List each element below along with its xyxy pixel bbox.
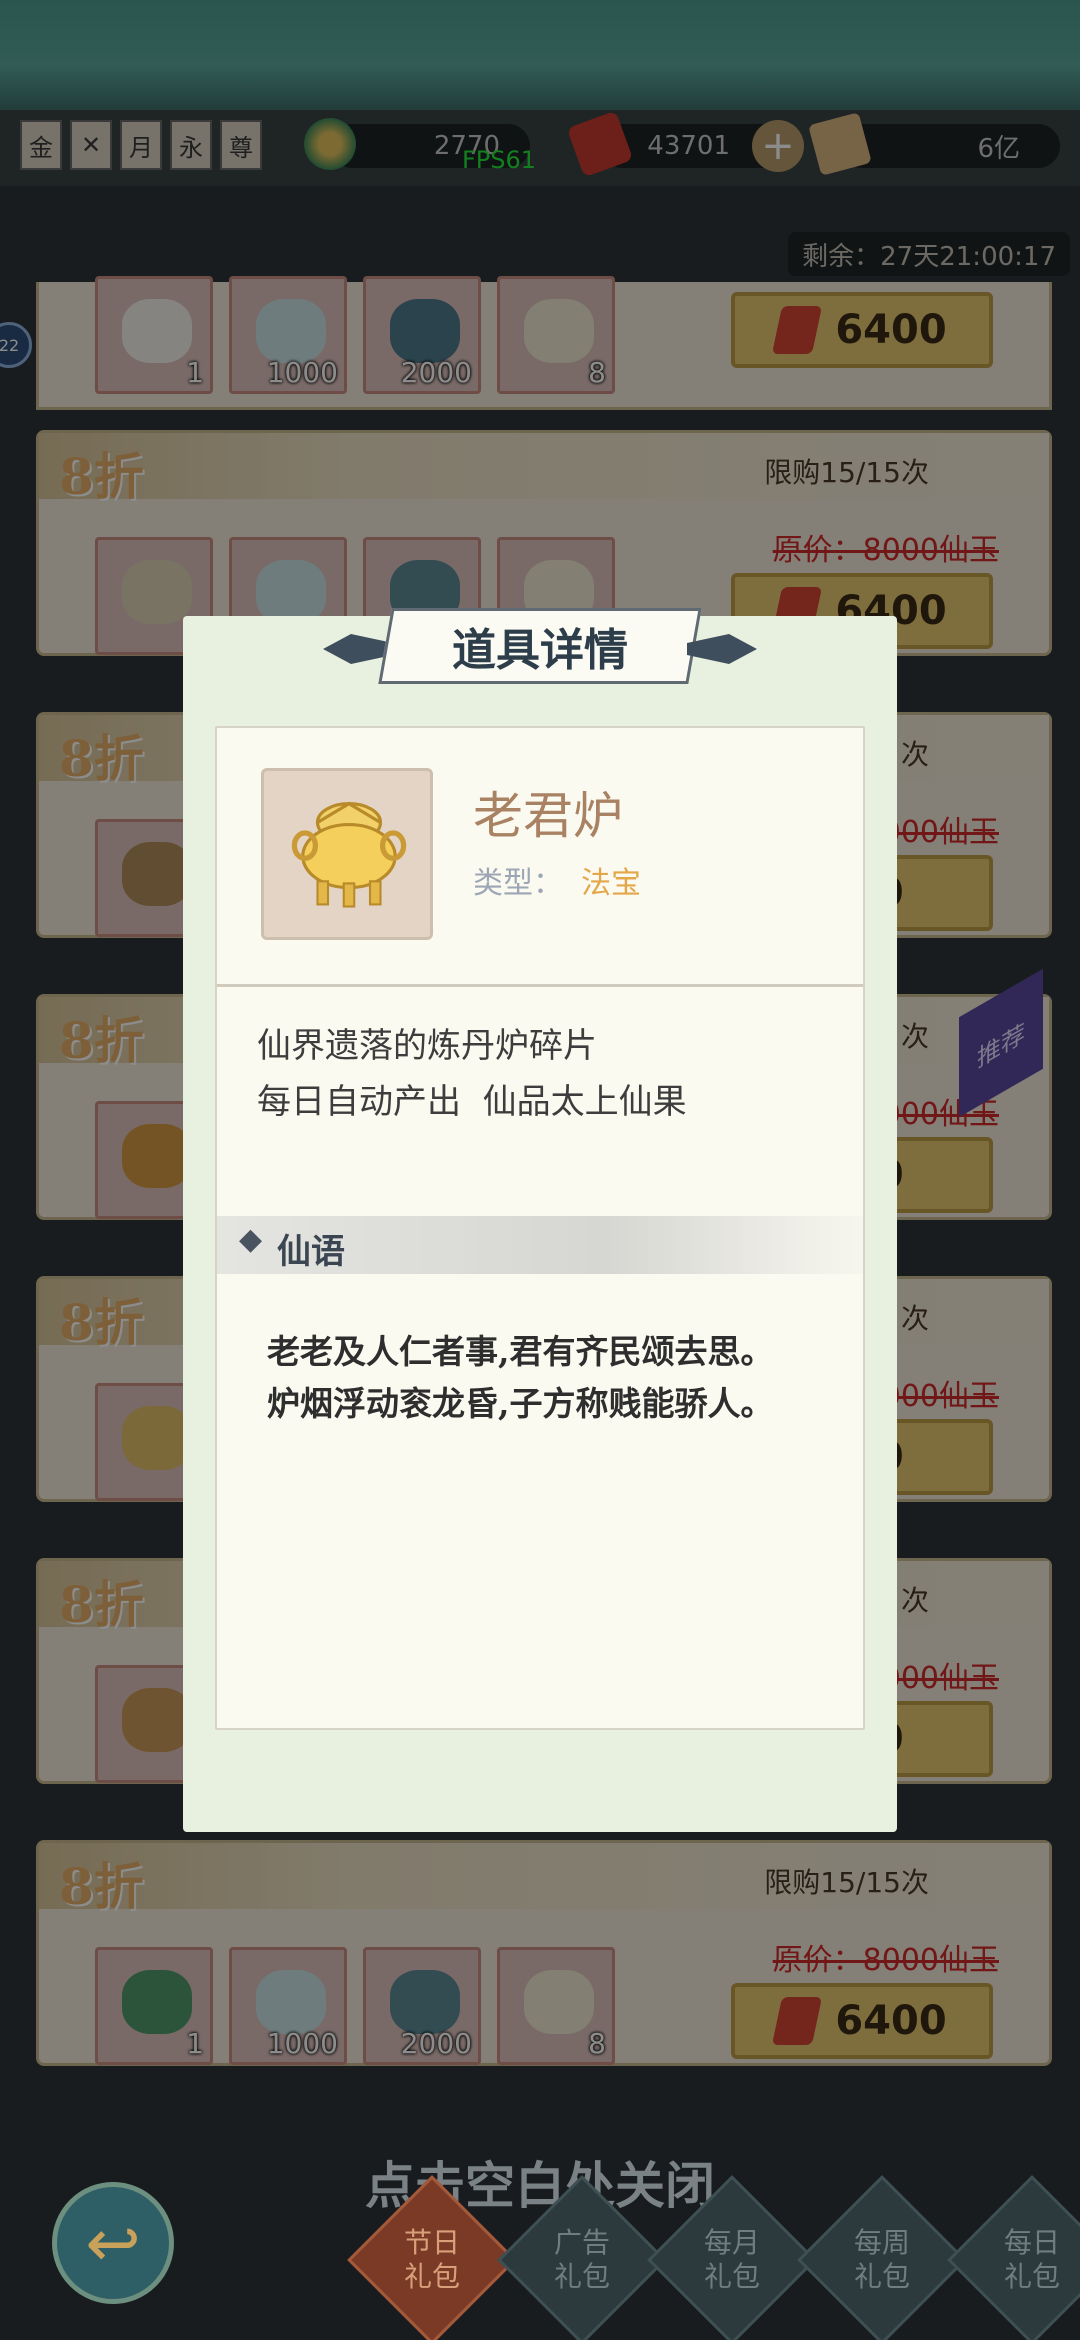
back-arrow-icon: ↩ [85, 2204, 141, 2282]
divider [217, 984, 863, 987]
item-description: 仙界遗落的炼丹炉碎片 每日自动产出 仙品太上仙果 [257, 1018, 687, 1130]
furnace-icon [291, 801, 407, 908]
back-button[interactable]: ↩ [52, 2182, 174, 2304]
description-line: 每日自动产出 仙品太上仙果 [257, 1082, 687, 1122]
item-icon-frame [261, 768, 433, 940]
poem-line: 炉烟浮动衮龙昏,子方称贱能骄人。 [267, 1384, 774, 1423]
dialog-header: 道具详情 [323, 598, 757, 702]
poem-line: 老老及人仁者事,君有齐民颂去思。 [267, 1332, 774, 1371]
description-line: 仙界遗落的炼丹炉碎片 [257, 1026, 597, 1066]
gift-tabs: 节日 礼包 广告 礼包 每月 礼包 每周 礼包 每日 礼包 [347, 2175, 1080, 2340]
tab-daily[interactable]: 每日 礼包 [947, 2175, 1080, 2340]
item-type-label: 类型： [473, 866, 563, 901]
tab-festival[interactable]: 节日 礼包 [347, 2175, 517, 2340]
item-name: 老君炉 [473, 787, 623, 845]
dialog-body: 老君炉 类型： 法宝 仙界遗落的炼丹炉碎片 每日自动产出 仙品太上仙果 ◆ 仙语… [215, 726, 865, 1730]
quote-section-header: ◆ 仙语 [217, 1216, 863, 1274]
item-type-value: 法宝 [581, 866, 641, 901]
dialog-title: 道具详情 [452, 625, 628, 676]
quote-title: 仙语 [277, 1232, 345, 1272]
tab-weekly[interactable]: 每周 礼包 [797, 2175, 967, 2340]
tab-monthly[interactable]: 每月 礼包 [647, 2175, 817, 2340]
tab-ad[interactable]: 广告 礼包 [497, 2175, 667, 2340]
ornament-icon [687, 634, 757, 664]
flavor-poem: 老老及人仁者事,君有齐民颂去思。 炉烟浮动衮龙昏,子方称贱能骄人。 [267, 1326, 774, 1430]
item-detail-dialog: 道具详情 老君炉 类型： 法宝 仙界遗落的炼丹炉碎片 每日自动产出 仙品太上仙果 [183, 608, 897, 1832]
diamond-icon: ◆ [239, 1222, 263, 1257]
